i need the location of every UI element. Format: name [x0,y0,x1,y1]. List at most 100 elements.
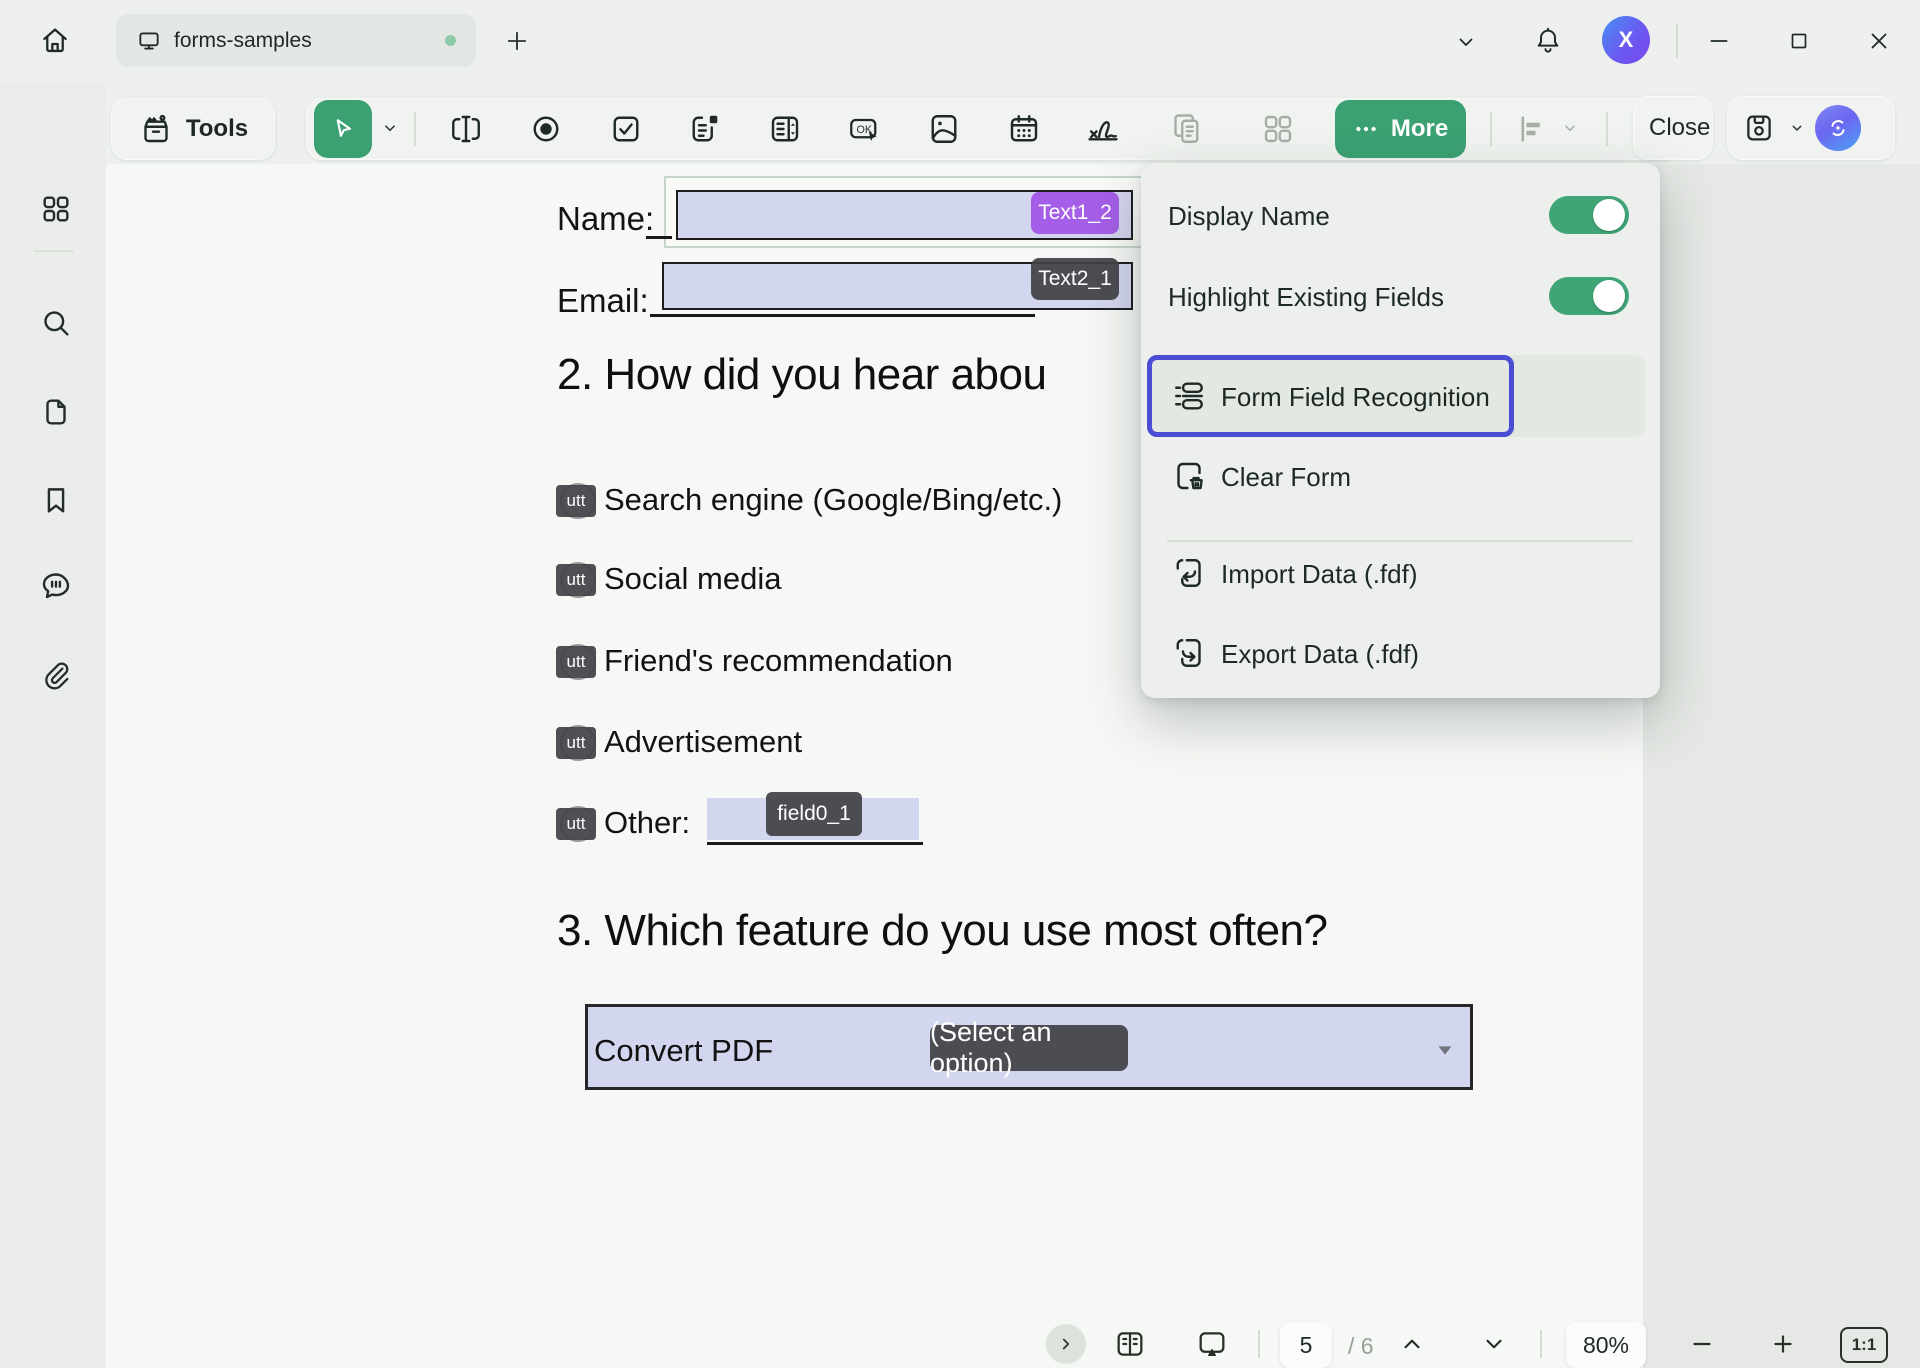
more-dots-icon [1353,116,1379,142]
minimize-button[interactable] [1698,20,1740,62]
name-field-badge: Text1_2 [1031,192,1119,234]
close-icon [1866,28,1892,54]
notifications-button[interactable] [1528,20,1568,60]
new-tab-button[interactable] [498,22,536,60]
close-form-label: Close [1649,114,1710,142]
zoom-level-input[interactable]: 80% [1566,1322,1646,1368]
page-total-label: / 6 [1348,1333,1374,1360]
tools-button[interactable]: Tools [111,98,275,160]
combo-value: Convert PDF [594,1033,773,1069]
close-window-button[interactable] [1858,20,1900,62]
select-tool-dropdown[interactable] [378,116,402,140]
email-field-badge: Text2_1 [1031,258,1119,300]
titlebar-expand-button[interactable] [1448,24,1484,60]
option-field-badge: utt [556,564,596,596]
paperclip-icon [39,658,73,692]
align-dropdown[interactable] [1558,116,1582,140]
save-button[interactable] [1739,108,1779,148]
date-field-tool[interactable] [1004,109,1044,149]
signature-field-tool[interactable] [1083,109,1123,149]
two-page-view-icon [1113,1327,1147,1361]
more-button[interactable]: More [1335,100,1466,158]
page-layout-button[interactable] [1110,1324,1150,1364]
export-data-icon [1171,635,1207,671]
display-name-toggle[interactable] [1549,196,1629,234]
document-tab[interactable]: forms-samples [116,14,476,67]
plus-icon [503,27,531,55]
option-label: Social media [604,561,781,597]
zoom-out-button[interactable] [1682,1324,1722,1364]
text-field-icon [448,111,484,147]
push-button-tool[interactable]: OK [844,109,884,149]
sidebar-pages-button[interactable] [37,393,75,431]
presentation-icon [1195,1327,1229,1361]
other-label: Other: [604,805,690,841]
toolbar-divider [1606,112,1608,146]
combo-dropdown-arrow-icon[interactable] [1434,1039,1456,1061]
option-label: Advertisement [604,724,802,760]
sidebar-attachments-button[interactable] [37,656,75,694]
highlight-fields-toggle[interactable] [1549,277,1629,315]
statusbar-expand-button[interactable] [1046,1324,1086,1364]
chevron-down-icon [1561,119,1579,137]
copy-icon [1168,111,1204,147]
sidebar-search-button[interactable] [37,304,75,342]
toolbox-icon [138,111,174,147]
save-toolbar-group [1727,96,1895,160]
radio-button-tool[interactable] [526,109,566,149]
checkbox-icon [608,111,644,147]
sidebar-bookmarks-button[interactable] [37,481,75,519]
actual-size-button[interactable]: 1:1 [1840,1327,1888,1363]
menu-divider [1167,540,1633,542]
chevron-right-icon [1057,1335,1075,1353]
text-field-tool[interactable] [446,109,486,149]
avatar-initial: X [1619,27,1634,53]
page-number-input[interactable]: 5 [1280,1322,1332,1368]
chat-icon [38,567,74,603]
maximize-button[interactable] [1778,20,1820,62]
toolbar-divider [414,112,416,146]
option-field-badge: utt [556,646,596,678]
bell-icon [1533,25,1563,55]
close-form-button[interactable]: Close [1633,96,1713,160]
feature-combo-box[interactable]: Convert PDF (Select an option) [585,1004,1473,1090]
ai-assistant-button[interactable] [1815,105,1861,151]
align-left-icon [1515,112,1549,146]
more-label: More [1391,115,1448,143]
export-data-label: Export Data (.fdf) [1221,639,1419,670]
form-toolbar: OK More [306,98,1678,160]
layout-grid-icon [1260,111,1296,147]
arrange-fields-tool[interactable] [1258,109,1298,149]
option-field-badge: utt [556,485,596,517]
other-underline [707,842,923,845]
next-page-button[interactable] [1474,1324,1514,1364]
dropdown-field-icon [687,111,723,147]
image-field-tool[interactable] [924,109,964,149]
other-field-badge: field0_1 [766,792,862,836]
page-number-value: 5 [1300,1332,1313,1359]
list-box-tool[interactable] [765,109,805,149]
select-tool-button[interactable] [314,100,372,158]
email-underline [650,314,1035,317]
sidebar-thumbnails-button[interactable] [37,190,75,228]
presentation-mode-button[interactable] [1192,1324,1232,1364]
home-button[interactable] [27,12,83,68]
maximize-icon [1787,29,1811,53]
list-box-icon [767,111,803,147]
clear-form-icon [1171,458,1207,494]
zoom-in-button[interactable] [1763,1324,1803,1364]
align-fields-tool[interactable] [1512,109,1552,149]
dropdown-field-tool[interactable] [685,109,725,149]
import-data-icon [1171,555,1207,591]
sidebar-comments-button[interactable] [37,566,75,604]
checkbox-tool[interactable] [606,109,646,149]
zoom-level-value: 80% [1583,1332,1629,1359]
save-dropdown[interactable] [1787,108,1807,148]
chevron-down-icon [1481,1331,1507,1357]
option-field-badge: utt [556,727,596,759]
copy-fields-tool[interactable] [1166,109,1206,149]
page-gutter [1643,164,1920,1368]
save-icon [1742,111,1776,145]
user-avatar[interactable]: X [1602,16,1650,64]
previous-page-button[interactable] [1392,1324,1432,1364]
